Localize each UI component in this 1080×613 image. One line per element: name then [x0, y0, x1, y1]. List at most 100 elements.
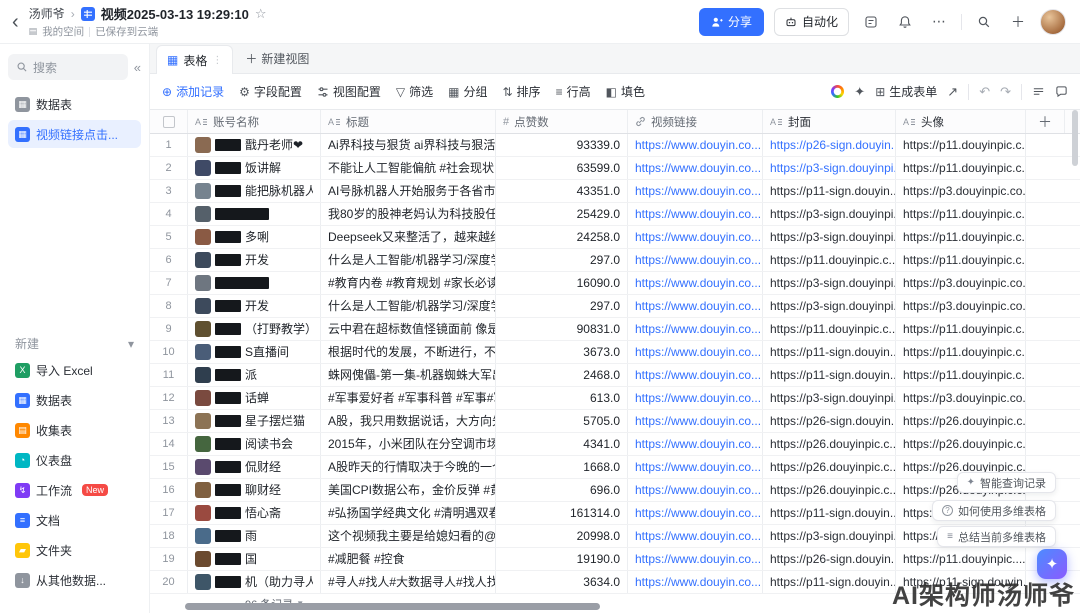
cell-account[interactable]: 机（助力寻人） [188, 571, 321, 593]
share-button[interactable]: 分享 [699, 8, 764, 36]
cell-cover[interactable]: https://p11-sign.douyin... [763, 364, 896, 386]
cell-avatar-url[interactable]: https://p11.douyinpic.c... [896, 364, 1026, 386]
share-view-icon[interactable]: ↗ [947, 84, 958, 100]
cell-cover[interactable]: https://p11.douyinpic.c... [763, 318, 896, 340]
cell-likes[interactable]: 19190.0 [496, 548, 628, 570]
row-number[interactable]: 3 [150, 180, 188, 202]
cell-cover[interactable]: https://p26-sign.douyin... [763, 410, 896, 432]
table-row[interactable]: 20 机（助力寻人） #寻人#找人#大数据寻人#找人找人... 3634.0 h… [150, 571, 1080, 594]
cell-video-link[interactable]: https://www.douyin.co... [628, 456, 763, 478]
cell-avatar-url[interactable]: https://p11.douyinpic.c... [896, 226, 1026, 248]
row-number[interactable]: 20 [150, 571, 188, 593]
cell-title[interactable]: 我80岁的股神老妈认为科技股任务... [321, 203, 496, 225]
cell-avatar-url[interactable]: https://p3.douyinpic.co... [896, 180, 1026, 202]
cell-title[interactable]: 蛛网傀儡-第一集-机器蜘蛛大军出动... [321, 364, 496, 386]
sort-button[interactable]: ⇅排序 [502, 83, 540, 100]
sidebar-item-data-table[interactable]: ▦ 数据表 [8, 90, 141, 118]
redo-icon[interactable]: ↷ [1000, 84, 1011, 100]
cell-avatar-url[interactable]: https://p11-sign.douyin... [896, 571, 1026, 593]
cell-cover[interactable]: https://p3-sign.douyinpi... [763, 525, 896, 547]
table-row[interactable]: 13 星子摆烂猫 A股，我只用数据说话，大方向先看... 5705.0 http… [150, 410, 1080, 433]
cell-video-link[interactable]: https://www.douyin.co... [628, 134, 763, 156]
cell-likes[interactable]: 63599.0 [496, 157, 628, 179]
cell-likes[interactable]: 24258.0 [496, 226, 628, 248]
cell-account[interactable]: 话蝉 [188, 387, 321, 409]
more-icon[interactable]: ⋯ [927, 10, 951, 34]
cell-cover[interactable]: https://p3-sign.douyinpi... [763, 226, 896, 248]
cell-likes[interactable]: 43351.0 [496, 180, 628, 202]
table-row[interactable]: 12 话蝉 #军事爱好者 #军事科普 #军事#军事... 613.0 https… [150, 387, 1080, 410]
cell-title[interactable]: 这个视频我主要是给媳妇看的@娜拉... [321, 525, 496, 547]
row-number[interactable]: 16 [150, 479, 188, 501]
table-row[interactable]: 3 能把脉机器人 AI号脉机器人开始服务于各省市 #科... 43351.0 h… [150, 180, 1080, 203]
cell-account[interactable]: 星子摆烂猫 [188, 410, 321, 432]
cell-likes[interactable]: 2468.0 [496, 364, 628, 386]
cell-account[interactable] [188, 203, 321, 225]
cell-avatar-url[interactable]: https://p11.douyinpic.c... [896, 341, 1026, 363]
sidebar-search-input[interactable]: 搜索 [8, 54, 128, 80]
ai-chip-query-history[interactable]: ✦ 智能查询记录 [957, 472, 1056, 493]
cell-video-link[interactable]: https://www.douyin.co... [628, 249, 763, 271]
fill-color-button[interactable]: ◧填色 [606, 83, 645, 100]
cell-title[interactable]: 根据时代的发展，不断进行，不断进... [321, 341, 496, 363]
undo-icon[interactable]: ↶ [979, 84, 990, 100]
table-row[interactable]: 11 派 蛛网傀儡-第一集-机器蜘蛛大军出动... 2468.0 https:/… [150, 364, 1080, 387]
bell-icon[interactable] [893, 10, 917, 34]
sidebar-item-new-table[interactable]: ▦ 数据表 [8, 386, 141, 414]
sidebar-item-from-other-data[interactable]: ↓ 从其他数据... [8, 566, 141, 594]
magic-wand-icon[interactable]: ✦ [854, 84, 865, 100]
table-row[interactable]: 15 侃财经 A股昨天的行情取决于今晚的一个数... 1668.0 https:… [150, 456, 1080, 479]
column-header-cover[interactable]: A 封面 [763, 110, 896, 133]
row-number[interactable]: 17 [150, 502, 188, 524]
user-avatar[interactable] [1040, 9, 1066, 35]
cell-likes[interactable]: 5705.0 [496, 410, 628, 432]
table-row[interactable]: 9 （打野教学） 云中君在超标数值怪镜面前 像是一... 90831.0 htt… [150, 318, 1080, 341]
cell-avatar-url[interactable]: https://p11.douyinpic.c... [896, 318, 1026, 340]
row-number[interactable]: 13 [150, 410, 188, 432]
row-number[interactable]: 15 [150, 456, 188, 478]
row-number[interactable]: 2 [150, 157, 188, 179]
row-number[interactable]: 4 [150, 203, 188, 225]
cell-avatar-url[interactable]: https://p3.douyinpic.co... [896, 387, 1026, 409]
field-config-button[interactable]: ⚙字段配置 [239, 83, 302, 100]
sidebar-item-document[interactable]: ≡ 文档 [8, 506, 141, 534]
cell-title[interactable]: A股，我只用数据说话，大方向先看... [321, 410, 496, 432]
row-number[interactable]: 11 [150, 364, 188, 386]
column-header-likes[interactable]: # 点赞数 [496, 110, 628, 133]
cell-video-link[interactable]: https://www.douyin.co... [628, 157, 763, 179]
back-icon[interactable]: ‹ [10, 12, 21, 32]
sidebar-item-dashboard[interactable]: ◔ 仪表盘 [8, 446, 141, 474]
cell-account[interactable]: 多唎 [188, 226, 321, 248]
plus-icon[interactable]: ＋ [1006, 10, 1030, 34]
cell-account[interactable]: 聊财经 [188, 479, 321, 501]
cell-account[interactable] [188, 272, 321, 294]
cell-account[interactable]: （打野教学） [188, 318, 321, 340]
cell-account[interactable]: 派 [188, 364, 321, 386]
add-field-button[interactable]: ＋ [1026, 110, 1065, 133]
automation-button[interactable]: 自动化 [774, 8, 849, 36]
cell-cover[interactable]: https://p26.douyinpic.c... [763, 433, 896, 455]
table-row[interactable]: 10 S直播间 根据时代的发展，不断进行，不断进... 3673.0 https… [150, 341, 1080, 364]
sidebar-item-collect-form[interactable]: ▤ 收集表 [8, 416, 141, 444]
cell-cover[interactable]: https://p11-sign.douyin... [763, 341, 896, 363]
row-number[interactable]: 5 [150, 226, 188, 248]
add-record-button[interactable]: ⊕添加记录 [162, 83, 224, 100]
tab-options-icon[interactable]: ⋮ [212, 55, 222, 66]
cell-video-link[interactable]: https://www.douyin.co... [628, 226, 763, 248]
row-number[interactable]: 1 [150, 134, 188, 156]
table-row[interactable]: 16 聊财经 美国CPI数据公布，金价反弹 #黄金... 696.0 https… [150, 479, 1080, 502]
cell-video-link[interactable]: https://www.douyin.co... [628, 387, 763, 409]
cell-likes[interactable]: 297.0 [496, 249, 628, 271]
cell-likes[interactable]: 1668.0 [496, 456, 628, 478]
cell-account[interactable]: 饭讲解 [188, 157, 321, 179]
cell-cover[interactable]: https://p11-sign.douyin... [763, 571, 896, 593]
row-number[interactable]: 7 [150, 272, 188, 294]
cell-video-link[interactable]: https://www.douyin.co... [628, 364, 763, 386]
cell-cover[interactable]: https://p3-sign.douyinpi... [763, 203, 896, 225]
ai-chip-how-to-use[interactable]: ? 如何使用多维表格 [932, 500, 1056, 521]
cell-avatar-url[interactable]: https://p11.douyinpic.c... [896, 249, 1026, 271]
cell-video-link[interactable]: https://www.douyin.co... [628, 479, 763, 501]
cell-cover[interactable]: https://p3-sign.douyinpi... [763, 387, 896, 409]
cell-likes[interactable]: 3634.0 [496, 571, 628, 593]
cell-cover[interactable]: https://p26-sign.douyin... [763, 134, 896, 156]
